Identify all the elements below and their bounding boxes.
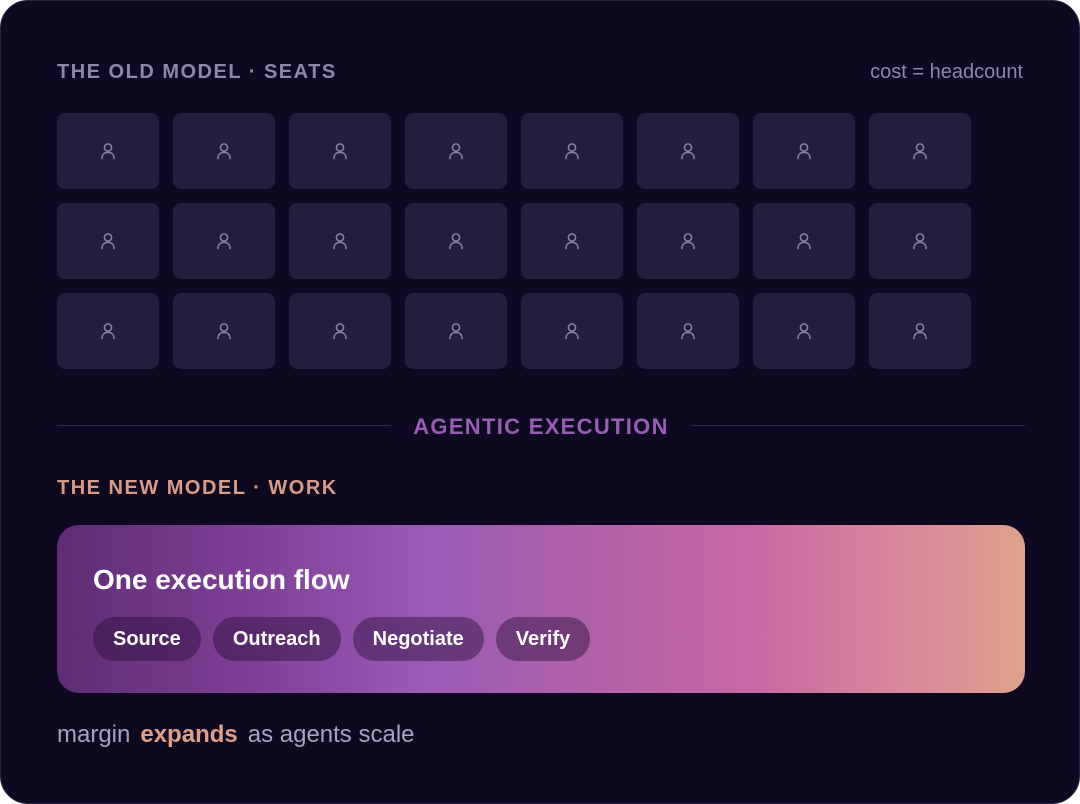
footer-highlight: expands — [140, 721, 238, 748]
person-icon — [797, 233, 811, 250]
person-icon — [565, 323, 579, 340]
flow-title: One execution flow — [93, 564, 350, 595]
new-model-title: THE NEW MODEL · WORK — [57, 477, 338, 499]
step-verify: Verify — [495, 617, 591, 661]
person-icon — [217, 323, 231, 340]
seat-tile — [753, 293, 855, 369]
person-icon — [449, 143, 463, 160]
divider-line-left — [57, 425, 391, 426]
seat-tile — [637, 203, 739, 279]
seat-tile — [869, 113, 971, 189]
person-icon — [681, 233, 695, 250]
seat-tile — [173, 203, 275, 279]
seat-tile — [637, 113, 739, 189]
flow-steps: Source Outreach Negotiate Verify — [93, 617, 591, 661]
person-icon — [217, 233, 231, 250]
seat-tile — [753, 203, 855, 279]
seat-tile — [173, 293, 275, 369]
person-icon — [681, 143, 695, 160]
step-outreach: Outreach — [212, 617, 341, 661]
seat-tile — [521, 203, 623, 279]
step-negotiate: Negotiate — [352, 617, 484, 661]
seat-tile — [637, 293, 739, 369]
divider-label: AGENTIC EXECUTION — [413, 414, 669, 439]
seat-grid — [57, 113, 971, 369]
footer-suffix: as agents scale — [247, 721, 415, 748]
person-icon — [565, 233, 579, 250]
person-icon — [217, 143, 231, 160]
execution-flow-box: One execution flow Source Outreach Negot… — [57, 525, 1025, 693]
cost-note: cost = headcount — [870, 61, 1023, 83]
footer-prefix: margin — [57, 721, 131, 748]
seat-tile — [289, 113, 391, 189]
person-icon — [797, 323, 811, 340]
seat-tile — [173, 113, 275, 189]
person-icon — [333, 323, 347, 340]
divider-line-right — [691, 425, 1025, 426]
seat-tile — [753, 113, 855, 189]
person-icon — [681, 323, 695, 340]
seat-tile — [521, 293, 623, 369]
footer-caption: margin expands as agents scale — [57, 719, 415, 751]
person-icon — [797, 143, 811, 160]
seat-tile — [57, 113, 159, 189]
seat-tile — [57, 293, 159, 369]
person-icon — [449, 233, 463, 250]
seat-tile — [289, 293, 391, 369]
old-model-title: THE OLD MODEL · SEATS — [57, 61, 337, 83]
step-source: Source — [93, 617, 201, 661]
person-icon — [913, 233, 927, 250]
seat-tile — [521, 113, 623, 189]
person-icon — [101, 143, 115, 160]
seat-tile — [405, 113, 507, 189]
person-icon — [101, 323, 115, 340]
seat-tile — [869, 203, 971, 279]
person-icon — [333, 143, 347, 160]
seat-tile — [57, 203, 159, 279]
person-icon — [913, 323, 927, 340]
person-icon — [449, 323, 463, 340]
seat-tile — [405, 203, 507, 279]
main-card: THE OLD MODEL · SEATS cost = headcount A… — [0, 0, 1080, 804]
person-icon — [333, 233, 347, 250]
seat-tile — [869, 293, 971, 369]
seat-tile — [405, 293, 507, 369]
person-icon — [101, 233, 115, 250]
person-icon — [913, 143, 927, 160]
seat-tile — [289, 203, 391, 279]
person-icon — [565, 143, 579, 160]
